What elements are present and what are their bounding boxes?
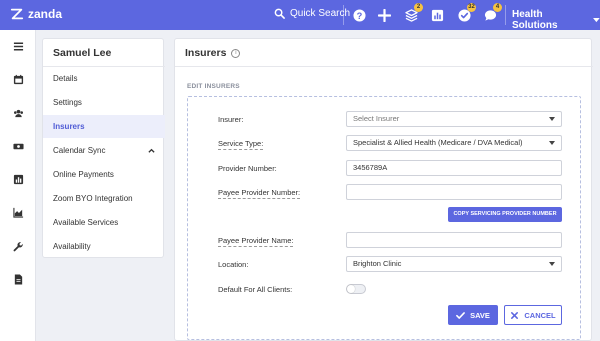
hamburger-icon xyxy=(13,42,23,50)
zanda-logo[interactable]: zanda xyxy=(10,7,62,21)
updates-button[interactable]: 2 xyxy=(404,3,423,22)
plus-icon xyxy=(377,8,391,22)
organization-name: Health Solutions xyxy=(512,9,558,31)
nav-clients[interactable] xyxy=(12,107,24,119)
quick-search-label: Quick Search xyxy=(290,8,351,19)
document-icon xyxy=(14,273,22,285)
submenu-item-zoom-byo[interactable]: Zoom BYO Integration xyxy=(43,187,165,210)
insurers-panel: Insurers i EDIT INSURERS Insurer: Select… xyxy=(174,38,593,341)
svg-text:?: ? xyxy=(356,10,362,20)
practitioner-name: Samuel Lee xyxy=(53,47,112,59)
payee-provider-name-input[interactable] xyxy=(346,232,562,248)
service-type-label: Service Type: xyxy=(218,139,264,150)
cancel-label: CANCEL xyxy=(524,310,556,320)
tasks-badge: 32 xyxy=(467,3,476,12)
organization-selector[interactable]: Health Solutions xyxy=(512,9,600,31)
nav-analytics[interactable] xyxy=(12,206,24,218)
messages-badge: 4 xyxy=(493,3,502,12)
provider-number-input[interactable]: 3456789A xyxy=(346,160,562,176)
header-divider xyxy=(505,5,506,25)
toggle-knob xyxy=(347,285,355,293)
report-icon xyxy=(13,174,23,184)
default-for-all-clients-label: Default For All Clients: xyxy=(218,285,293,294)
nav-calendar[interactable] xyxy=(12,73,24,85)
submenu-item-insurers[interactable]: Insurers xyxy=(43,115,165,138)
caret-down-icon xyxy=(549,141,555,145)
left-navigation xyxy=(0,30,36,341)
nav-reports[interactable] xyxy=(12,173,24,185)
help-button[interactable]: ? xyxy=(352,8,366,22)
submenu-item-calendar-sync[interactable]: Calendar Sync xyxy=(43,139,165,162)
calendar-icon xyxy=(13,74,23,84)
provider-number-label: Provider Number: xyxy=(218,164,277,173)
area-chart-icon xyxy=(12,207,23,218)
reports-button[interactable] xyxy=(430,8,444,22)
page-title: Insurers i xyxy=(185,47,241,59)
brand-name: zanda xyxy=(28,7,63,21)
payee-provider-name-label: Payee Provider Name: xyxy=(218,236,294,247)
close-icon xyxy=(511,311,519,319)
submenu-item-online-payments[interactable]: Online Payments xyxy=(43,163,165,186)
submenu-item-settings[interactable]: Settings xyxy=(43,91,165,114)
updates-badge: 2 xyxy=(414,3,423,12)
page-title-text: Insurers xyxy=(185,47,227,59)
nav-billing[interactable] xyxy=(12,140,24,152)
panel-divider xyxy=(175,66,593,67)
zanda-logo-icon xyxy=(10,8,24,20)
money-icon xyxy=(12,143,24,149)
save-button[interactable]: SAVE xyxy=(448,305,498,325)
chevron-down-icon xyxy=(593,17,600,22)
header-divider xyxy=(343,5,344,25)
save-label: SAVE xyxy=(470,310,490,320)
info-icon[interactable]: i xyxy=(231,48,241,58)
service-type-value: Specialist & Allied Health (Medicare / D… xyxy=(353,138,523,147)
quick-search-button[interactable]: Quick Search xyxy=(274,8,350,19)
add-button[interactable] xyxy=(377,8,391,22)
insurer-select[interactable]: Select Insurer xyxy=(346,111,562,127)
caret-down-icon xyxy=(549,117,555,121)
location-label: Location: xyxy=(218,260,249,269)
copy-servicing-provider-number-button[interactable]: COPY SERVICING PROVIDER NUMBER xyxy=(448,207,562,222)
chevron-up-icon xyxy=(148,148,155,153)
location-value: Brighton Clinic xyxy=(353,259,402,268)
top-bar: zanda Quick Search ? 2 32 4 Health Solut… xyxy=(0,0,600,31)
nav-documents[interactable] xyxy=(12,273,24,285)
payee-provider-number-label: Payee Provider Number: xyxy=(218,188,301,199)
caret-down-icon xyxy=(549,262,555,266)
submenu-item-availability[interactable]: Availability xyxy=(43,235,165,258)
users-icon xyxy=(13,109,23,117)
check-icon xyxy=(456,311,465,319)
cancel-button[interactable]: CANCEL xyxy=(504,305,562,325)
chart-icon xyxy=(431,9,443,21)
settings-submenu: Samuel Lee Details Settings Insurers Cal… xyxy=(42,38,165,258)
tasks-button[interactable]: 32 xyxy=(457,3,476,22)
submenu-item-details[interactable]: Details xyxy=(43,67,165,90)
edit-insurer-form: Insurer: Select Insurer Service Type: Sp… xyxy=(187,96,581,340)
insurer-select-value: Select Insurer xyxy=(353,114,400,123)
payee-provider-number-input[interactable] xyxy=(346,184,562,200)
service-type-select[interactable]: Specialist & Allied Health (Medicare / D… xyxy=(346,135,562,151)
wrench-icon xyxy=(13,241,23,251)
search-icon xyxy=(274,8,285,19)
section-title: EDIT INSURERS xyxy=(187,83,240,90)
insurer-label: Insurer: xyxy=(218,115,244,124)
default-for-all-clients-toggle[interactable] xyxy=(346,284,366,294)
submenu-item-available-services[interactable]: Available Services xyxy=(43,211,165,234)
messages-button[interactable]: 4 xyxy=(483,3,502,22)
help-icon: ? xyxy=(352,8,366,22)
calendar-sync-label: Calendar Sync xyxy=(53,146,106,155)
nav-tools[interactable] xyxy=(12,240,24,252)
nav-menu[interactable] xyxy=(12,40,24,52)
location-select[interactable]: Brighton Clinic xyxy=(346,256,562,272)
